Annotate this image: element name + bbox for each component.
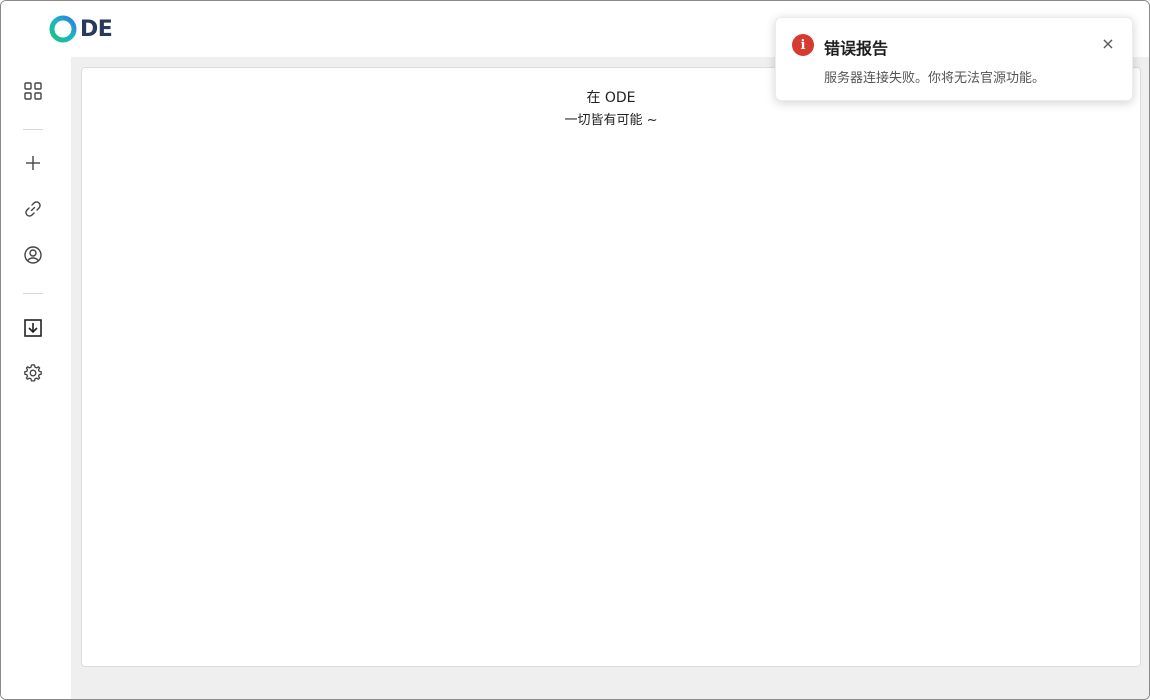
- welcome-subtitle: 一切皆有可能 ~: [564, 113, 658, 128]
- sidebar-divider: [23, 293, 43, 294]
- settings-button[interactable]: [20, 360, 46, 386]
- app-logo: DE: [48, 14, 113, 44]
- account-button[interactable]: [20, 242, 46, 268]
- download-button[interactable]: [20, 315, 46, 341]
- error-icon: i: [792, 34, 814, 56]
- error-toast: i 错误报告 服务器连接失败。你将无法官源功能。 ×: [775, 17, 1133, 101]
- toast-message: 服务器连接失败。你将无法官源功能。: [824, 71, 1046, 86]
- logo-ring-icon: [49, 15, 77, 43]
- plus-icon: [26, 156, 40, 170]
- app-window: DE 在 ODE 一切皆有可能 ~ i 错误报告 服务器连接失败。你将无法官源功…: [0, 0, 1150, 700]
- user-circle-icon: [24, 246, 42, 264]
- welcome-panel: 在 ODE 一切皆有可能 ~: [81, 67, 1141, 667]
- close-icon[interactable]: ×: [1100, 36, 1116, 52]
- toast-title: 错误报告: [824, 39, 889, 58]
- grid-icon: [24, 82, 42, 100]
- logo-text: DE: [80, 16, 113, 42]
- sidebar: [1, 57, 65, 699]
- gear-icon: [24, 364, 42, 382]
- dashboard-grid-button[interactable]: [20, 78, 46, 104]
- sidebar-divider: [23, 129, 43, 130]
- download-box-icon: [24, 319, 42, 337]
- link-button[interactable]: [20, 196, 46, 222]
- link-icon: [25, 201, 41, 217]
- add-button[interactable]: [20, 150, 46, 176]
